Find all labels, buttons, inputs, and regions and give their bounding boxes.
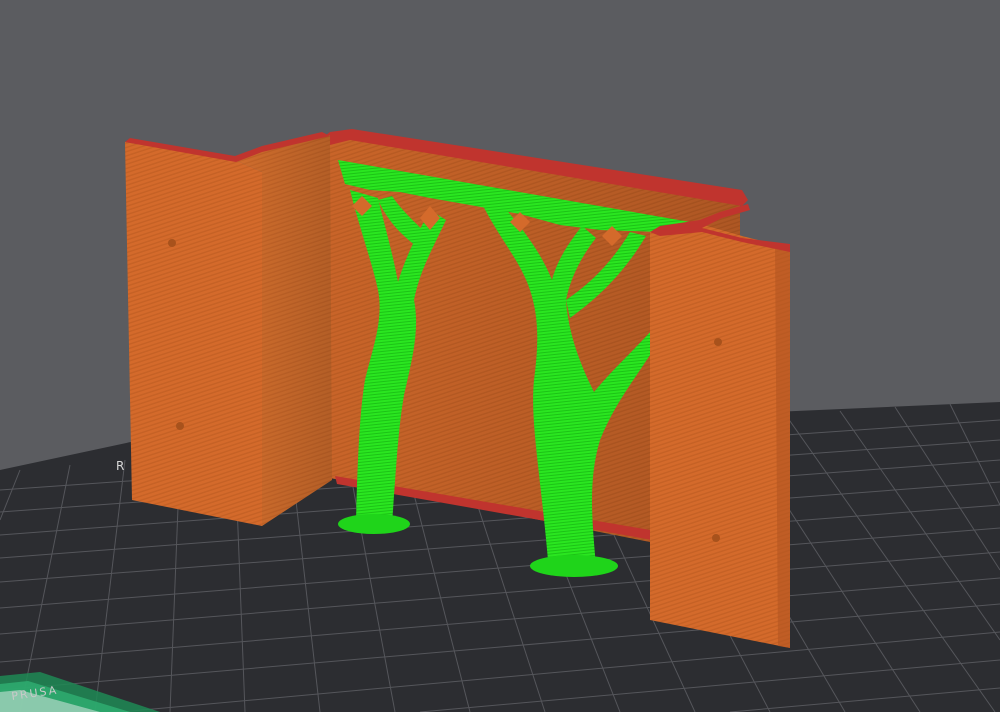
scene-canvas[interactable]: PRUSA R <box>0 0 1000 712</box>
mount-hole <box>714 338 722 346</box>
bed-side-mark: R <box>116 459 124 473</box>
mount-hole <box>176 422 184 430</box>
3d-viewport[interactable]: PRUSA R <box>0 0 1000 712</box>
model-left-wall[interactable] <box>125 132 332 526</box>
support-base-right <box>530 555 618 577</box>
mount-hole <box>712 534 720 542</box>
model-right-wall[interactable] <box>650 204 790 648</box>
mount-hole <box>168 239 176 247</box>
support-base-left <box>338 514 410 534</box>
